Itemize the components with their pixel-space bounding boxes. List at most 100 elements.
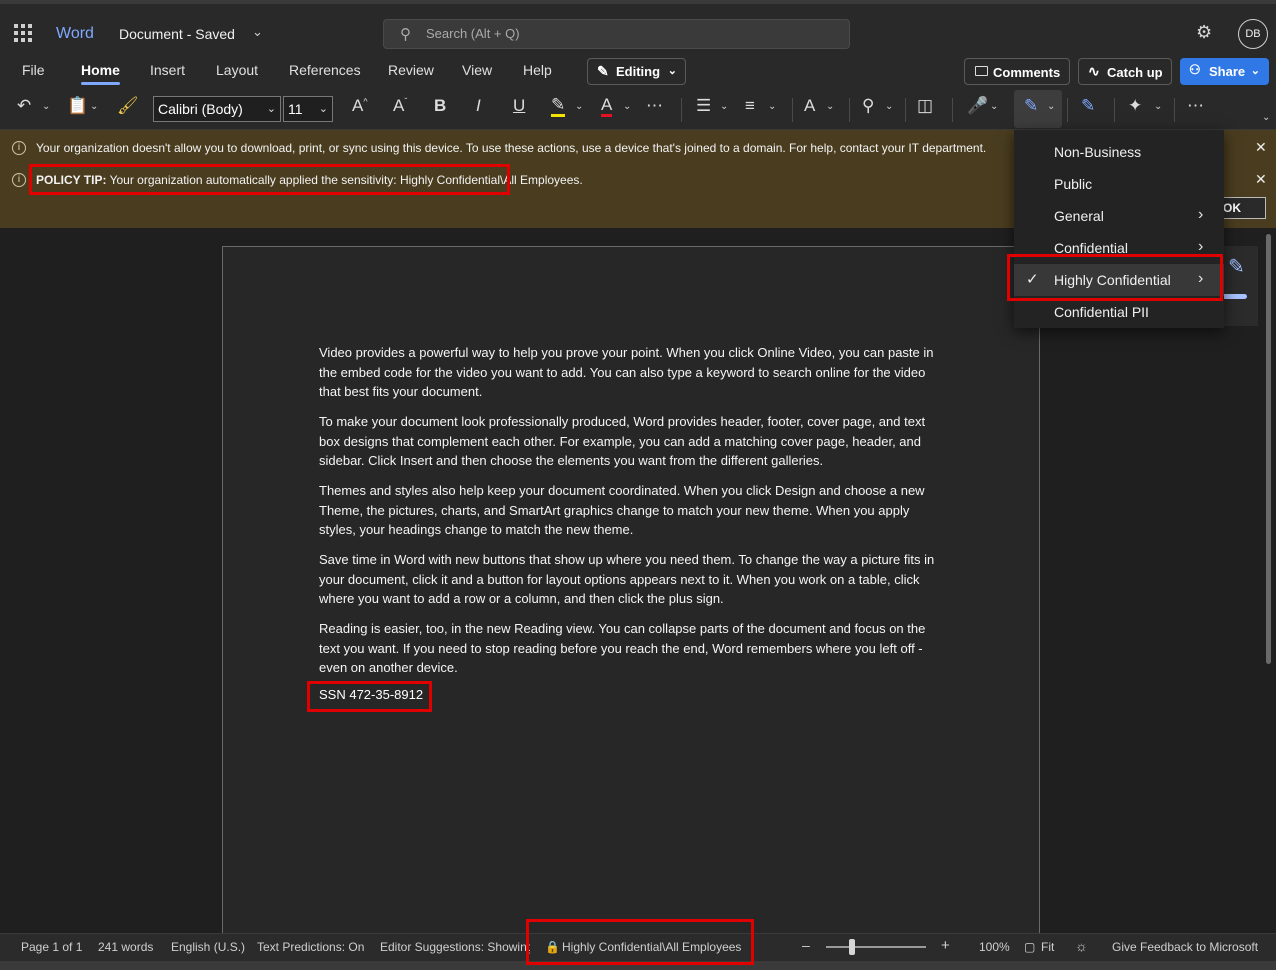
tab-help[interactable]: Help bbox=[523, 62, 552, 78]
chevron-right-icon: › bbox=[1198, 206, 1204, 223]
paragraph[interactable]: To make your document look professionall… bbox=[319, 412, 947, 471]
search-box[interactable]: ⚲ bbox=[383, 19, 850, 49]
zoom-slider-thumb[interactable] bbox=[849, 939, 855, 955]
bold-icon[interactable]: B bbox=[434, 96, 446, 116]
more-font-options-icon[interactable]: ⋯ bbox=[646, 96, 663, 116]
close-icon[interactable]: ✕ bbox=[1255, 139, 1267, 156]
chevron-down-icon[interactable]: ⌄ bbox=[768, 101, 776, 112]
tab-references[interactable]: References bbox=[289, 62, 361, 78]
chevron-down-icon[interactable]: ⌄ bbox=[42, 101, 50, 112]
word-count[interactable]: 241 words bbox=[98, 940, 153, 954]
editor-icon[interactable]: ✎ bbox=[1228, 254, 1245, 279]
chevron-down-icon[interactable]: ⌄ bbox=[990, 101, 998, 112]
fit-button[interactable]: Fit bbox=[1041, 940, 1054, 954]
chevron-down-icon[interactable]: ⌄ bbox=[252, 24, 263, 40]
people-icon: ⚇ bbox=[1189, 62, 1201, 77]
more-options-icon[interactable]: ⋯ bbox=[1187, 96, 1204, 116]
font-size-select[interactable]: 11 ⌄ bbox=[283, 96, 333, 122]
paragraph[interactable]: Save time in Word with new buttons that … bbox=[319, 550, 947, 609]
underline-icon[interactable]: U bbox=[513, 96, 525, 116]
dictate-icon[interactable]: 🎤 bbox=[967, 96, 988, 116]
chevron-down-icon[interactable]: ⌄ bbox=[623, 101, 631, 112]
gear-icon[interactable]: ⚙ bbox=[1196, 22, 1212, 43]
text-predictions-status[interactable]: Text Predictions: On bbox=[257, 940, 364, 954]
menu-item-confidential[interactable]: Confidential › bbox=[1014, 232, 1224, 264]
chevron-down-icon[interactable]: ⌄ bbox=[1154, 101, 1162, 112]
fit-icon: ▢ bbox=[1024, 940, 1036, 954]
zoom-in-icon[interactable]: + bbox=[941, 937, 950, 954]
tab-view[interactable]: View bbox=[462, 62, 492, 78]
tab-file[interactable]: File bbox=[22, 62, 45, 78]
editor-suggestions-status[interactable]: Editor Suggestions: Showing bbox=[380, 940, 530, 954]
vertical-scrollbar[interactable] bbox=[1266, 234, 1271, 664]
paragraph[interactable]: Video provides a powerful way to help yo… bbox=[319, 343, 947, 402]
chevron-down-icon[interactable]: ⌄ bbox=[826, 101, 834, 112]
language-status[interactable]: English (U.S.) bbox=[171, 940, 245, 954]
zoom-slider[interactable] bbox=[826, 946, 926, 948]
paragraph[interactable]: Themes and styles also help keep your do… bbox=[319, 481, 947, 540]
share-button[interactable]: ⚇ Share ⌄ bbox=[1180, 58, 1269, 85]
editor-icon[interactable]: ✎ bbox=[1081, 96, 1095, 116]
chevron-down-icon: ⌄ bbox=[318, 103, 328, 115]
italic-icon[interactable]: I bbox=[476, 96, 481, 116]
chevron-right-icon: › bbox=[1198, 270, 1204, 287]
chevron-down-icon: ⌄ bbox=[667, 65, 677, 77]
zoom-out-icon[interactable]: – bbox=[802, 937, 810, 953]
designer-wand-icon[interactable]: ✦ bbox=[1128, 96, 1142, 116]
undo-icon[interactable]: ↶ bbox=[17, 96, 31, 116]
bullets-icon[interactable]: ☰ bbox=[696, 96, 711, 116]
chevron-down-icon[interactable]: ⌄ bbox=[885, 101, 893, 112]
highlight-color-icon[interactable]: ✎ bbox=[551, 96, 566, 117]
tab-layout[interactable]: Layout bbox=[216, 62, 258, 78]
menu-item-highly-confidential[interactable]: ✓ Highly Confidential › bbox=[1014, 264, 1224, 296]
document-title[interactable]: Document - Saved bbox=[119, 26, 235, 42]
menu-item-label: Non-Business bbox=[1054, 144, 1142, 160]
align-icon[interactable]: ≡ bbox=[745, 96, 755, 116]
lock-icon: 🔒 bbox=[545, 940, 560, 954]
editing-mode-button[interactable]: ✎ Editing ⌄ bbox=[587, 58, 686, 85]
clipboard-icon[interactable]: 📋 bbox=[67, 96, 88, 116]
find-icon[interactable]: ⚲ bbox=[862, 96, 874, 116]
styles-icon[interactable]: A bbox=[804, 96, 815, 116]
immersive-reader-icon[interactable]: ◫ bbox=[917, 96, 933, 116]
comments-button[interactable]: Comments bbox=[964, 58, 1070, 85]
shrink-font-icon[interactable]: Aˇ bbox=[393, 96, 407, 116]
menu-item-label: Confidential PII bbox=[1054, 304, 1149, 320]
sensitivity-button[interactable]: ✎ ⌄ bbox=[1014, 90, 1062, 128]
font-name-select[interactable]: Calibri (Body) ⌄ bbox=[153, 96, 281, 122]
chevron-down-icon[interactable]: ⌄ bbox=[90, 101, 98, 112]
menu-item-public[interactable]: Public bbox=[1014, 168, 1224, 200]
avatar[interactable]: DB bbox=[1238, 19, 1268, 49]
tab-review[interactable]: Review bbox=[388, 62, 434, 78]
tab-home[interactable]: Home bbox=[81, 62, 120, 85]
search-input[interactable] bbox=[426, 26, 826, 41]
menu-item-non-business[interactable]: Non-Business bbox=[1014, 136, 1224, 168]
paragraph[interactable]: Reading is easier, too, in the new Readi… bbox=[319, 619, 947, 678]
tab-insert[interactable]: Insert bbox=[150, 62, 185, 78]
grow-font-icon[interactable]: A^ bbox=[352, 96, 368, 116]
title-bar: Word Document - Saved ⌄ ⚲ ⚙ DB bbox=[0, 0, 1276, 56]
feedback-link[interactable]: Give Feedback to Microsoft bbox=[1112, 940, 1258, 954]
chevron-down-icon[interactable]: ⌄ bbox=[575, 101, 583, 112]
app-launcher-icon[interactable] bbox=[14, 24, 32, 42]
brightness-icon[interactable]: ☼ bbox=[1075, 938, 1088, 954]
divider bbox=[1067, 98, 1068, 122]
divider bbox=[952, 98, 953, 122]
sensitivity-status[interactable]: Highly Confidential\All Employees bbox=[562, 940, 741, 954]
app-name[interactable]: Word bbox=[56, 25, 94, 43]
font-color-icon[interactable]: A bbox=[601, 96, 613, 117]
chevron-down-icon: ⌄ bbox=[1047, 101, 1056, 112]
menu-item-confidential-pii[interactable]: Confidential PII bbox=[1014, 296, 1224, 328]
sensitivity-menu: Non-Business Public General › Confidenti… bbox=[1014, 130, 1224, 328]
close-icon[interactable]: ✕ bbox=[1255, 171, 1267, 188]
expand-ribbon-icon[interactable]: ⌄ bbox=[1262, 112, 1270, 123]
zoom-level[interactable]: 100% bbox=[979, 940, 1010, 954]
catch-up-button[interactable]: ∿ Catch up bbox=[1078, 58, 1172, 85]
chevron-down-icon[interactable]: ⌄ bbox=[720, 101, 728, 112]
ssn-line[interactable]: SSN 472-35-8912 bbox=[319, 687, 423, 702]
format-painter-icon[interactable]: 🖌 bbox=[117, 96, 139, 116]
page-count[interactable]: Page 1 of 1 bbox=[21, 940, 82, 954]
document-page[interactable]: Video provides a powerful way to help yo… bbox=[222, 246, 1040, 946]
menu-item-general[interactable]: General › bbox=[1014, 200, 1224, 232]
pencil-icon: ✎ bbox=[597, 63, 609, 79]
